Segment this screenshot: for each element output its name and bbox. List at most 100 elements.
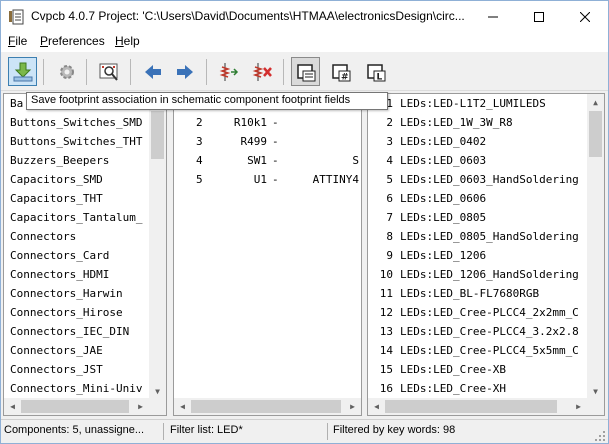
scroll-left-arrow[interactable]: ◀ <box>368 398 385 415</box>
scroll-right-arrow[interactable]: ▶ <box>344 398 361 415</box>
close-button[interactable] <box>562 1 608 32</box>
view-footprint-button[interactable] <box>94 57 123 86</box>
scrollbar-thumb[interactable] <box>385 400 557 413</box>
footprint-list-item[interactable]: 9 LEDs:LED_1206 <box>368 246 604 265</box>
footprint-list-item[interactable]: 3 LEDs:LED_0402 <box>368 132 604 151</box>
library-name: Buzzers_Beepers <box>10 154 110 167</box>
scrollbar-thumb[interactable] <box>151 111 164 159</box>
component-number: 2 <box>196 116 203 129</box>
save-associations-button[interactable] <box>8 57 37 86</box>
footprint-name: LEDs:LED_1206 <box>400 249 487 262</box>
library-list-vscrollbar[interactable]: ▲ ▼ <box>149 94 166 400</box>
scrollbar-thumb[interactable] <box>191 400 341 413</box>
footprint-number: 10 <box>379 268 393 281</box>
component-list-hscrollbar[interactable]: ◀ ▶ <box>174 398 361 415</box>
component-separator: - <box>272 116 279 129</box>
footprint-name: LEDs:LED_0805_HandSoldering <box>400 230 579 243</box>
filter-by-library-toggle[interactable]: L <box>361 57 390 86</box>
configure-button[interactable] <box>52 57 81 86</box>
component-list-item[interactable]: 4 SW1- S <box>174 151 361 170</box>
menu-file[interactable]: File <box>8 34 27 48</box>
footprint-list-vscrollbar[interactable]: ▲ ▼ <box>587 94 604 400</box>
window-title: Cvpcb 4.0.7 Project: 'C:\Users\David\Doc… <box>31 9 465 23</box>
footprint-viewer-icon <box>99 63 118 81</box>
status-components: Components: 5, unassigne... <box>4 424 145 436</box>
footprint-number: 15 <box>379 363 393 376</box>
minimize-button[interactable] <box>470 1 516 32</box>
footprint-list-item[interactable]: 14 LEDs:LED_Cree-PLCC4_5x5mm_C <box>368 341 604 360</box>
footprint-name: LEDs:LED-L1T2_LUMILEDS <box>400 97 546 110</box>
footprint-list-item[interactable]: 5 LEDs:LED_0603_HandSoldering <box>368 170 604 189</box>
component-list-pane[interactable]: 2 R10k1- 3 R499-4 SW1- S 5 U1- ATTINY4 ◀ ▶ <box>173 93 362 416</box>
library-name: Connectors_IEC_DIN <box>10 325 130 338</box>
library-list-hscrollbar[interactable]: ◀ ▶ <box>4 398 149 415</box>
scroll-left-arrow[interactable]: ◀ <box>174 398 191 415</box>
scroll-corner <box>149 398 166 415</box>
footprint-number: 13 <box>379 325 393 338</box>
auto-associate-button[interactable] <box>214 57 243 86</box>
maximize-button[interactable] <box>516 1 562 32</box>
library-name: Ba <box>10 97 24 110</box>
library-name: Connectors_Mini-Univ <box>10 382 143 395</box>
menu-preferences-accelerator: P <box>40 34 49 48</box>
menu-help[interactable]: Help <box>115 34 140 48</box>
footprint-list-item[interactable]: 8 LEDs:LED_0805_HandSoldering <box>368 227 604 246</box>
component-reference: U1 <box>253 173 267 186</box>
footprint-list-item[interactable]: 10 LEDs:LED_1206_HandSoldering <box>368 265 604 284</box>
footprint-list-item[interactable]: 1 LEDs:LED-L1T2_LUMILEDS <box>368 94 604 113</box>
footprint-list-item[interactable]: 13 LEDs:LED_Cree-PLCC4_3.2x2.8 <box>368 322 604 341</box>
previous-component-button[interactable] <box>138 57 167 86</box>
footprint-number: 5 <box>386 173 393 186</box>
scroll-right-arrow[interactable]: ▶ <box>570 398 587 415</box>
footprint-list-item[interactable]: 2 LEDs:LED_1W_3W_R8 <box>368 113 604 132</box>
library-name: Connectors_JST <box>10 363 103 376</box>
footprint-number: 3 <box>386 135 393 148</box>
footprint-list-item[interactable]: 7 LEDs:LED_0805 <box>368 208 604 227</box>
status-filter-list: Filter list: LED* <box>170 424 243 436</box>
next-component-button[interactable] <box>170 57 199 86</box>
cvpcb-app-icon <box>9 9 24 25</box>
footprint-name: LEDs:LED_0606 <box>400 192 487 205</box>
status-bar: Components: 5, unassigne... Filter list:… <box>1 419 608 443</box>
footprint-list-item[interactable]: 16 LEDs:LED_Cree-XH <box>368 379 604 398</box>
toolbar-separator <box>86 59 87 85</box>
footprint-name: LEDs:LED_BL-FL7680RGB <box>400 287 540 300</box>
library-name: Capacitors_SMD <box>10 173 103 186</box>
filter-by-pincount-toggle[interactable]: # <box>326 57 355 86</box>
scroll-right-arrow[interactable]: ▶ <box>132 398 149 415</box>
delete-associations-button[interactable] <box>248 57 277 86</box>
maximize-icon <box>534 11 544 22</box>
footprint-name: LEDs:LED_Cree-XH <box>400 382 506 395</box>
main-toolbar: # L <box>1 53 608 91</box>
component-number: 3 <box>196 135 203 148</box>
filter-library-icon: L <box>366 63 385 82</box>
footprint-list-pane[interactable]: 1 LEDs:LED-L1T2_LUMILEDS 2 LEDs:LED_1W_3W_R… <box>367 93 605 416</box>
footprint-name: LEDs:LED_0603_HandSoldering <box>400 173 579 186</box>
library-name: Buttons_Switches_THT <box>10 135 143 148</box>
component-reference: SW1 <box>247 154 267 167</box>
resize-grip-icon[interactable] <box>595 431 605 441</box>
component-reference: R10k1 <box>233 116 267 129</box>
footprint-list-item[interactable]: 4 LEDs:LED_0603 <box>368 151 604 170</box>
footprint-list-item[interactable]: 11 LEDs:LED_BL-FL7680RGB <box>368 284 604 303</box>
filter-by-keywords-toggle[interactable] <box>291 57 320 86</box>
footprint-list-hscrollbar[interactable]: ◀ ▶ <box>368 398 587 415</box>
component-list-item[interactable]: 3 R499- <box>174 132 361 151</box>
auto-associate-icon <box>219 62 238 81</box>
scroll-left-arrow[interactable]: ◀ <box>4 398 21 415</box>
scrollbar-thumb[interactable] <box>589 111 602 157</box>
svg-text:L: L <box>376 72 382 82</box>
footprint-name: LEDs:LED_0402 <box>400 135 487 148</box>
footprint-list-item[interactable]: 12 LEDs:LED_Cree-PLCC4_2x2mm_C <box>368 303 604 322</box>
footprint-list-item[interactable]: 6 LEDs:LED_0606 <box>368 189 604 208</box>
footprint-list-item[interactable]: 15 LEDs:LED_Cree-XB <box>368 360 604 379</box>
component-list-item[interactable]: 5 U1- ATTINY4 <box>174 170 361 189</box>
footprint-number: 11 <box>379 287 393 300</box>
scroll-up-arrow[interactable]: ▲ <box>587 94 604 111</box>
library-list-pane[interactable]: Ba Buttons_Switches_SMD Buttons_Switches_T… <box>3 93 167 416</box>
menu-preferences[interactable]: Preferences <box>40 34 105 48</box>
title-bar: Cvpcb 4.0.7 Project: 'C:\Users\David\Doc… <box>1 1 608 32</box>
component-list-item[interactable]: 2 R10k1- <box>174 113 361 132</box>
scrollbar-thumb[interactable] <box>21 400 129 413</box>
status-filtered-count: Filtered by key words: 98 <box>333 424 456 436</box>
